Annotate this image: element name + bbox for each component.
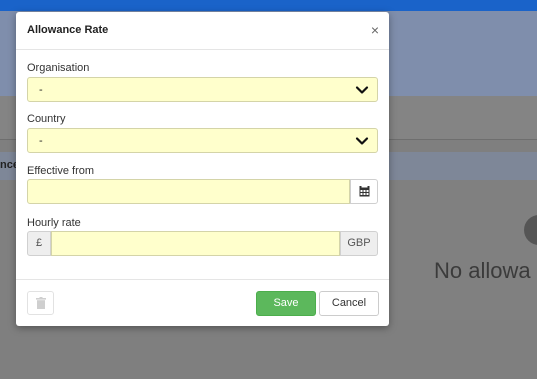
dialog-title: Allowance Rate	[27, 24, 109, 36]
hourly-rate-label: Hourly rate	[27, 217, 81, 229]
cancel-button[interactable]: Cancel	[319, 291, 379, 316]
chevron-down-icon	[355, 86, 369, 94]
currency-symbol: £	[27, 231, 51, 256]
country-value: -	[39, 135, 43, 147]
effective-from-input[interactable]	[27, 179, 350, 204]
allowance-rate-dialog: Allowance Rate × Organisation - Country …	[16, 12, 389, 326]
app-top-bar	[0, 0, 537, 11]
calendar-icon	[359, 186, 370, 197]
save-button[interactable]: Save	[256, 291, 316, 316]
dialog-footer: Save Cancel	[16, 279, 389, 326]
close-icon[interactable]: ×	[371, 23, 379, 37]
organisation-select[interactable]: -	[27, 77, 378, 102]
trash-icon	[36, 297, 46, 309]
dialog-header: Allowance Rate ×	[16, 12, 389, 50]
organisation-label: Organisation	[27, 62, 90, 74]
currency-code: GBP	[340, 231, 378, 256]
empty-state-text: No allowa	[434, 258, 531, 283]
date-picker-button[interactable]	[350, 179, 378, 204]
country-select[interactable]: -	[27, 128, 378, 153]
effective-from-label: Effective from	[27, 165, 95, 177]
chevron-down-icon	[355, 137, 369, 145]
organisation-value: -	[39, 84, 43, 96]
delete-button[interactable]	[27, 291, 54, 315]
hourly-rate-input[interactable]	[51, 231, 340, 256]
country-label: Country	[27, 113, 66, 125]
